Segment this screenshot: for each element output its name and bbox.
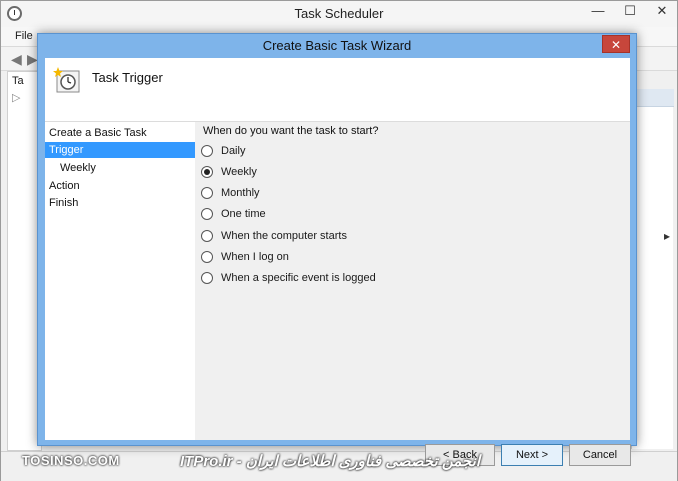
option-one-time[interactable]: One time xyxy=(201,206,266,222)
step-finish: Finish xyxy=(49,197,79,209)
option-weekly[interactable]: Weekly xyxy=(201,164,257,180)
wizard-titlebar: Create Basic Task Wizard ✕ xyxy=(38,34,636,58)
tree-item-task-scheduler[interactable]: Ta xyxy=(12,75,24,87)
wizard-steps: Create a Basic Task Trigger Weekly Actio… xyxy=(45,122,195,440)
actions-pane-header xyxy=(632,89,674,107)
create-basic-task-wizard: Create Basic Task Wizard ✕ Task Trigger … xyxy=(37,33,637,466)
option-log-on[interactable]: When I log on xyxy=(201,249,289,265)
radio-computer-starts[interactable] xyxy=(201,230,213,242)
task-scheduler-title: Task Scheduler xyxy=(294,6,384,21)
option-monthly[interactable]: Monthly xyxy=(201,185,260,201)
watermark-tosinso: TOSINSO.COM xyxy=(22,453,120,468)
radio-event-logged[interactable] xyxy=(201,272,213,284)
minimize-button[interactable]: — xyxy=(589,3,607,19)
option-daily[interactable]: Daily xyxy=(201,143,245,159)
wizard-header: Task Trigger xyxy=(45,58,630,122)
option-one-time-label: One time xyxy=(221,208,266,220)
wizard-title: Create Basic Task Wizard xyxy=(262,38,412,53)
step-trigger: Trigger xyxy=(45,142,195,158)
radio-log-on[interactable] xyxy=(201,251,213,263)
option-event-logged[interactable]: When a specific event is logged xyxy=(201,270,376,286)
step-create-basic-task: Create a Basic Task xyxy=(49,127,147,139)
task-trigger-clock-icon xyxy=(53,67,80,93)
option-computer-starts-label: When the computer starts xyxy=(221,230,347,242)
wizard-body: Task Trigger Create a Basic Task Trigger… xyxy=(45,58,631,466)
cancel-button[interactable]: Cancel xyxy=(569,444,631,466)
trigger-question: When do you want the task to start? xyxy=(203,125,379,137)
back-arrow-icon[interactable]: ◀ xyxy=(11,51,22,68)
option-event-logged-label: When a specific event is logged xyxy=(221,272,376,284)
radio-monthly[interactable] xyxy=(201,187,213,199)
option-daily-label: Daily xyxy=(221,145,246,157)
wizard-page-title: Task Trigger xyxy=(92,70,163,85)
maximize-button[interactable]: ☐ xyxy=(621,3,639,19)
option-log-on-label: When I log on xyxy=(221,251,289,263)
option-computer-starts[interactable]: When the computer starts xyxy=(201,228,347,244)
actions-pane: ▸ xyxy=(631,89,674,449)
submenu-arrow-icon[interactable]: ▸ xyxy=(664,229,670,243)
next-button[interactable]: Next > xyxy=(501,444,563,466)
watermark-itpro: ITPro.ir - انجمن تخصصی فناوری اطلاعات ای… xyxy=(180,453,480,470)
task-scheduler-titlebar: Task Scheduler — ☐ ✕ xyxy=(1,1,677,27)
trigger-options: When do you want the task to start? Dail… xyxy=(195,122,630,440)
option-weekly-label: Weekly xyxy=(221,166,257,178)
radio-daily[interactable] xyxy=(201,145,213,157)
step-action: Action xyxy=(49,180,80,192)
close-button[interactable]: ✕ xyxy=(653,3,671,19)
radio-weekly[interactable] xyxy=(201,166,213,178)
step-weekly: Weekly xyxy=(60,162,96,174)
menu-file[interactable]: File xyxy=(15,30,33,42)
radio-one-time[interactable] xyxy=(201,208,213,220)
wizard-close-button[interactable]: ✕ xyxy=(602,35,630,53)
option-monthly-label: Monthly xyxy=(221,187,260,199)
tree-expand-icon[interactable]: ▷ xyxy=(12,91,20,104)
